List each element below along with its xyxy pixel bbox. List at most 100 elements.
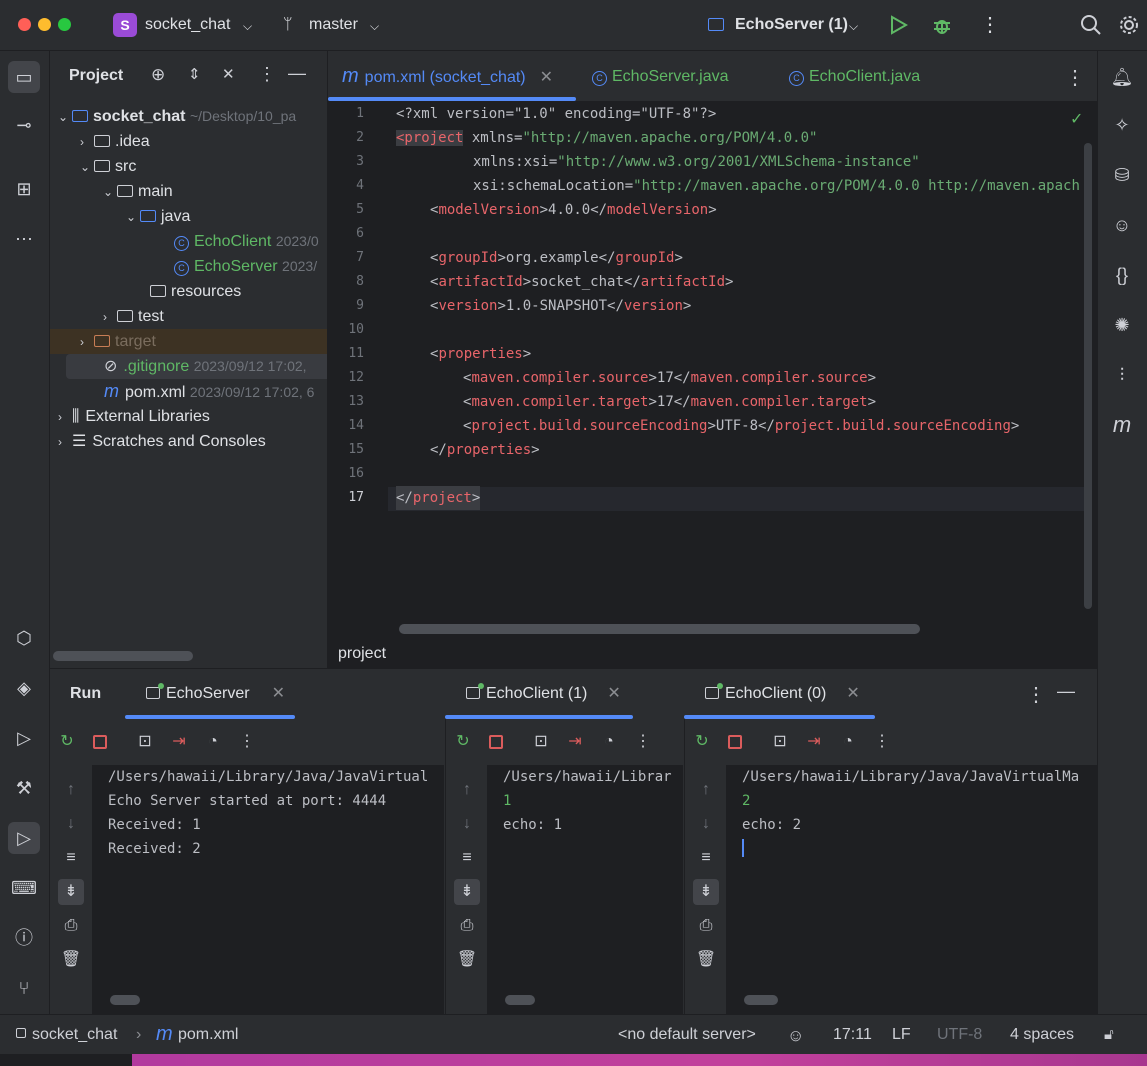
more-icon[interactable]: ⋮ xyxy=(871,731,893,753)
stop-icon[interactable] xyxy=(93,735,107,749)
more-options-icon[interactable]: ⋮ xyxy=(1026,682,1046,707)
problems-icon[interactable]: ⓘ xyxy=(8,922,40,954)
terminal-icon[interactable]: ⌨ xyxy=(8,872,40,904)
print-icon[interactable]: ⎙ xyxy=(695,915,717,937)
lock-icon[interactable]: 🔓︎ xyxy=(1104,1026,1114,1043)
horizontal-scrollbar[interactable] xyxy=(399,624,920,634)
copilot-status-icon[interactable]: ☺ xyxy=(787,1026,804,1046)
json-braces-icon[interactable]: {} xyxy=(1106,259,1138,291)
tree-item[interactable]: › ☰ Scratches and Consoles xyxy=(50,429,327,454)
clear-trash-icon[interactable]: 🗑︎ xyxy=(456,949,478,971)
horizontal-scrollbar[interactable] xyxy=(53,651,193,661)
zoom-window-button[interactable] xyxy=(58,18,71,31)
clear-trash-icon[interactable]: 🗑︎ xyxy=(695,949,717,971)
status-file[interactable]: pom.xml xyxy=(178,1026,238,1044)
graphql-icon[interactable]: ⬡ xyxy=(8,622,40,654)
status-server[interactable]: <no default server> xyxy=(618,1026,756,1044)
close-tab-icon[interactable]: ✕ xyxy=(272,685,285,702)
ai-assistant-icon[interactable]: ✧ xyxy=(1106,109,1138,141)
openai-icon[interactable]: ✺ xyxy=(1106,309,1138,341)
close-tab-icon[interactable]: ✕ xyxy=(846,685,859,702)
profiler-chart-icon[interactable]: ⫶ xyxy=(1106,359,1138,391)
collapse-all-icon[interactable]: ✕ xyxy=(222,65,235,83)
more-actions-icon[interactable]: ⋮ xyxy=(980,12,1000,37)
status-indent[interactable]: 4 spaces xyxy=(1010,1026,1074,1044)
soft-wrap-icon[interactable]: ≡ xyxy=(60,847,82,869)
soft-wrap-icon[interactable]: ≡ xyxy=(695,847,717,869)
horizontal-scrollbar[interactable] xyxy=(110,995,140,1005)
arrow-up-icon[interactable]: ↑ xyxy=(60,779,82,801)
console-output[interactable]: /Users/hawaii/Librar 1 echo: 1 xyxy=(487,765,683,1015)
project-folder-icon[interactable]: ▭ xyxy=(8,61,40,93)
tree-item[interactable]: C EchoClient 2023/0 xyxy=(50,229,327,254)
rerun-icon[interactable]: ↻ xyxy=(452,731,474,753)
tab-echoserver[interactable]: C EchoServer.java xyxy=(592,51,729,102)
print-icon[interactable]: ⎙ xyxy=(456,915,478,937)
copilot-icon[interactable]: ☺ xyxy=(1106,209,1138,241)
services-icon[interactable]: ▷ xyxy=(8,722,40,754)
run-tab-echoserver[interactable]: EchoServer ✕ xyxy=(146,669,285,719)
horizontal-scrollbar[interactable] xyxy=(505,995,535,1005)
hide-panel-icon[interactable]: — xyxy=(1057,681,1075,702)
run-icon[interactable] xyxy=(888,15,908,35)
tree-item[interactable]: › target xyxy=(50,329,327,354)
chevron-down-icon[interactable]: ⌵ xyxy=(243,19,252,34)
settings-gear-icon[interactable] xyxy=(1118,14,1140,36)
clear-trash-icon[interactable]: 🗑︎ xyxy=(60,949,82,971)
console-output[interactable]: /Users/hawaii/Library/Java/JavaVirtual E… xyxy=(92,765,444,1015)
arrow-down-icon[interactable]: ↓ xyxy=(695,813,717,835)
close-window-button[interactable] xyxy=(18,18,31,31)
scroll-to-end-icon[interactable]: ⇟ xyxy=(454,879,480,905)
horizontal-scrollbar[interactable] xyxy=(744,995,778,1005)
git-icon[interactable]: ⑂ xyxy=(8,972,40,1004)
arrow-down-icon[interactable]: ↓ xyxy=(60,813,82,835)
screenshot-icon[interactable]: ⊡ xyxy=(530,731,552,753)
branch-name[interactable]: master xyxy=(309,16,358,34)
soft-wrap-icon[interactable]: ≡ xyxy=(456,847,478,869)
close-tab-icon[interactable]: ✕ xyxy=(607,685,620,702)
more-icon[interactable]: ⋮ xyxy=(236,731,258,753)
exit-icon[interactable]: ⇥ xyxy=(803,731,825,753)
stop-icon[interactable] xyxy=(728,735,742,749)
layers-icon[interactable]: ◈ xyxy=(8,672,40,704)
locate-icon[interactable]: ⊕ xyxy=(151,65,165,85)
tab-pom-xml[interactable]: m pom.xml (socket_chat) ✕ xyxy=(342,51,553,102)
run-config-selector[interactable]: EchoServer (1) xyxy=(735,16,848,34)
breadcrumb-item[interactable]: project xyxy=(338,645,386,662)
status-line-separator[interactable]: LF xyxy=(892,1026,911,1044)
arrow-down-icon[interactable]: ↓ xyxy=(456,813,478,835)
tree-item[interactable]: ⊘ .gitignore 2023/09/12 17:02, xyxy=(66,354,327,379)
maven-icon[interactable]: m xyxy=(1106,409,1138,441)
build-hammer-icon[interactable]: ⚒ xyxy=(8,772,40,804)
status-project[interactable]: socket_chat xyxy=(32,1026,117,1044)
profiler-icon[interactable]: ◔ xyxy=(837,731,859,753)
run-tab-echoclient-0[interactable]: EchoClient (0) ✕ xyxy=(705,669,860,719)
stop-icon[interactable] xyxy=(489,735,503,749)
chevron-down-icon[interactable]: ⌵ xyxy=(370,19,379,34)
project-name[interactable]: socket_chat xyxy=(145,16,230,34)
options-icon[interactable]: ⋮ xyxy=(258,64,276,85)
profiler-icon[interactable]: ◔ xyxy=(202,731,224,753)
scroll-to-end-icon[interactable]: ⇟ xyxy=(693,879,719,905)
scroll-to-end-icon[interactable]: ⇟ xyxy=(58,879,84,905)
tree-item[interactable]: ⌄ socket_chat ~/Desktop/10_pa xyxy=(50,104,327,129)
project-badge[interactable]: S xyxy=(113,13,137,37)
debug-icon[interactable] xyxy=(931,14,953,36)
screenshot-icon[interactable]: ⊡ xyxy=(769,731,791,753)
console-output[interactable]: /Users/hawaii/Library/Java/JavaVirtualMa… xyxy=(726,765,1097,1015)
exit-icon[interactable]: ⇥ xyxy=(168,731,190,753)
status-caret-position[interactable]: 17:11 xyxy=(833,1026,872,1044)
more-tabs-icon[interactable]: ⋮ xyxy=(1065,65,1085,90)
screenshot-icon[interactable]: ⊡ xyxy=(134,731,156,753)
tree-item[interactable]: C EchoServer 2023/ xyxy=(50,254,327,279)
minimize-window-button[interactable] xyxy=(38,18,51,31)
vertical-scrollbar[interactable] xyxy=(1084,143,1092,609)
run-tab-echoclient-1[interactable]: EchoClient (1) ✕ xyxy=(466,669,621,719)
close-tab-icon[interactable]: ✕ xyxy=(540,69,553,86)
tab-echoclient[interactable]: C EchoClient.java xyxy=(789,51,920,102)
rerun-icon[interactable]: ↻ xyxy=(691,731,713,753)
tree-item[interactable]: › test xyxy=(50,304,327,329)
tree-item[interactable]: › .idea xyxy=(50,129,327,154)
tree-item[interactable]: resources xyxy=(50,279,327,304)
hide-panel-icon[interactable]: — xyxy=(288,63,306,84)
